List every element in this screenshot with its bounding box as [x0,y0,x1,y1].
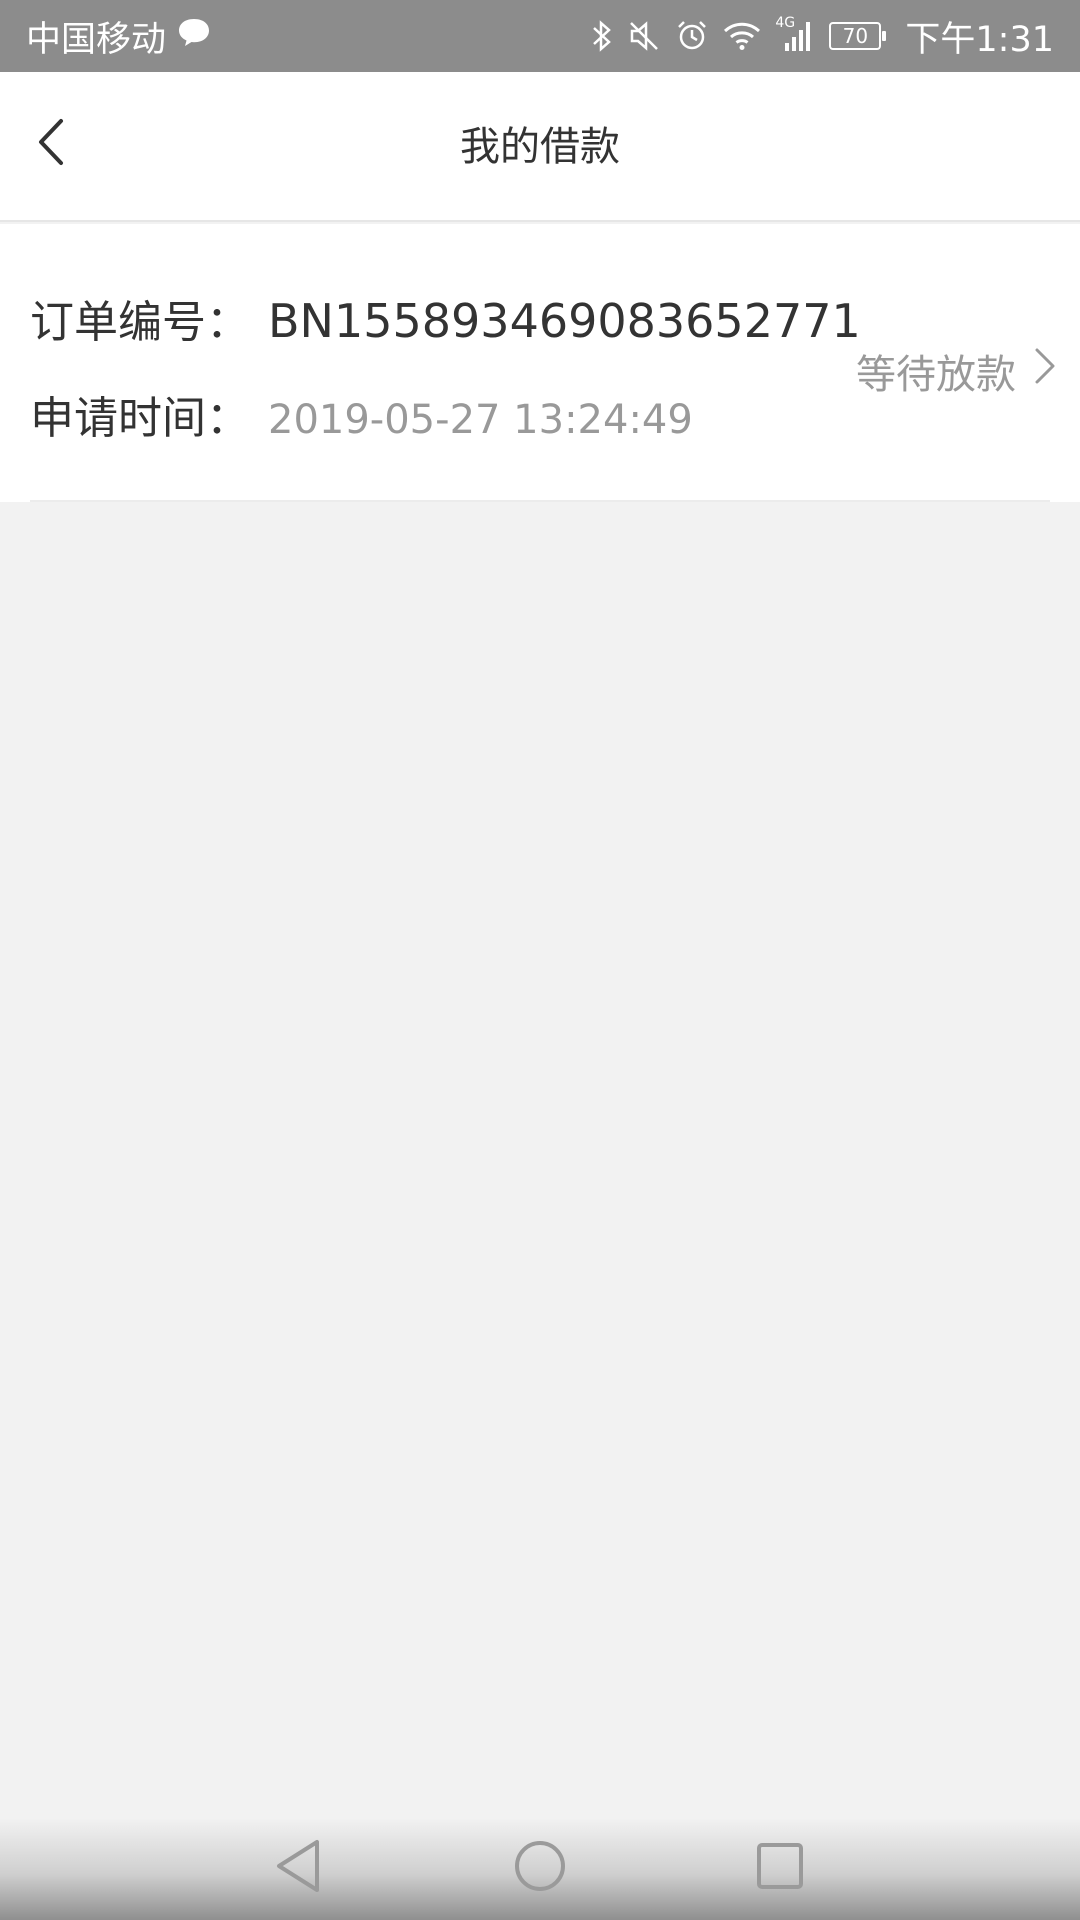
status-bar: 中国移动 4G 70 下午1:31 [0,0,1080,72]
bluetooth-icon [591,18,613,54]
system-home-button[interactable] [510,1838,570,1898]
page-title: 我的借款 [460,124,620,170]
back-arrow-icon [35,117,69,171]
mute-icon [627,19,661,53]
app-header: 我的借款 [0,72,1080,222]
loan-status-link[interactable]: 等待放款 [856,342,1056,400]
alarm-icon [675,19,709,53]
order-number-row: 订单编号： BN155893469083652771 [30,286,861,350]
system-back-button[interactable] [268,1838,328,1898]
order-card[interactable]: 订单编号： BN155893469083652771 申请时间： 2019-05… [0,224,1080,502]
apply-time-value: 2019-05-27 13:24:49 [268,397,693,443]
network-type-label: 4G [775,15,796,31]
system-recents-button[interactable] [750,1838,810,1898]
wifi-icon [723,20,761,52]
back-triangle-icon [273,1838,323,1898]
battery-icon: 70 [829,22,887,50]
back-button[interactable] [22,114,82,174]
recents-square-icon [755,1841,805,1895]
status-right: 4G 70 下午1:31 [591,11,1054,62]
carrier-label: 中国移动 [26,19,167,60]
message-icon [176,16,212,57]
chevron-right-icon [1034,347,1056,395]
loan-status-text: 等待放款 [856,352,1016,398]
clock-time: 下午1:31 [905,19,1054,60]
status-left: 中国移动 [26,11,212,62]
order-number-value: BN155893469083652771 [268,294,861,348]
apply-time-label: 申请时间： [30,393,250,444]
apply-time-row: 申请时间： 2019-05-27 13:24:49 [30,382,693,446]
signal-icon: 4G [775,15,815,53]
system-navigation-bar [0,1818,1080,1920]
order-number-label: 订单编号： [30,297,250,348]
card-divider [30,500,1050,502]
home-circle-icon [513,1839,567,1897]
